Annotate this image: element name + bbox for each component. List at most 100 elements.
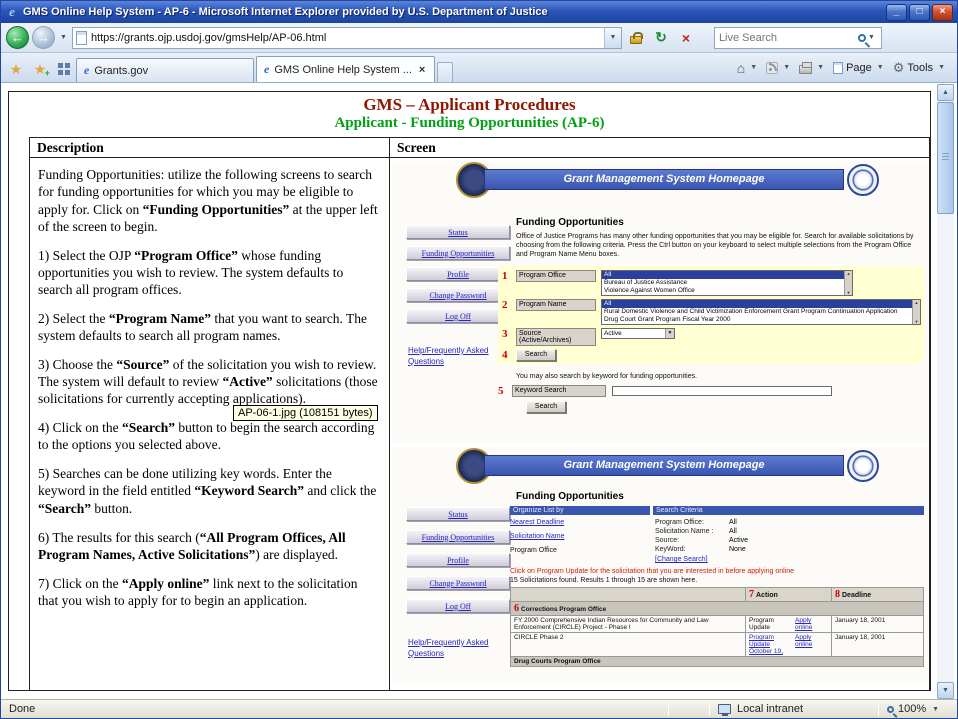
scroll-up-icon: ▲: [915, 300, 919, 305]
listbox-option: Rural Domestic Violence and Child Victim…: [602, 308, 920, 316]
page-subtitle: Applicant - Funding Opportunities (AP-6): [9, 115, 930, 132]
deadline-header: Deadline: [842, 592, 871, 599]
tools-dropdown-icon[interactable]: ▼: [936, 64, 947, 71]
tab-close-icon[interactable]: ×: [417, 64, 427, 76]
stop-button[interactable]: ×: [675, 26, 697, 50]
ojp-seal-icon: [847, 450, 879, 482]
search-dropdown-icon[interactable]: ▼: [866, 34, 877, 41]
status-bar: Done Local intranet 100% ▼: [1, 699, 957, 718]
program-update-text: Program Update: [749, 617, 790, 631]
tools-menu-button[interactable]: ⚙Tools▼: [890, 56, 950, 80]
description-cell: Funding Opportunities: utilize the follo…: [30, 158, 390, 692]
results-name-header: [511, 588, 746, 602]
search-criteria: Program Office:All Solicitation Name :Al…: [655, 519, 924, 563]
solicitation-row: CIRCLE Phase 2 Program Update October 19…: [511, 633, 924, 657]
text-segment-bold: “Active”: [222, 374, 272, 389]
add-favorite-button[interactable]: ★+: [28, 56, 52, 82]
forward-button[interactable]: →: [32, 26, 55, 49]
screenshot-help-faq-link: Help/Frequently Asked Questions: [406, 346, 510, 368]
refresh-button[interactable]: ↻: [650, 26, 672, 50]
keyword-search-input: [612, 386, 832, 396]
screenshot-log-off-button: Log Off: [406, 599, 510, 613]
feeds-button[interactable]: ▼: [763, 56, 795, 80]
description-paragraph: 6) The results for this search (“All Pro…: [38, 529, 379, 564]
history-dropdown-icon[interactable]: ▼: [58, 34, 69, 41]
criteria-label: KeyWord:: [655, 546, 729, 553]
ojp-seal-icon: [847, 164, 879, 196]
search-input[interactable]: [719, 32, 858, 44]
criteria-value: All: [729, 528, 737, 535]
zone-label: Local intranet: [737, 703, 803, 715]
program-office-row: 1 Program Office All Bureau of Justice A…: [502, 270, 921, 296]
home-dropdown-icon[interactable]: ▼: [748, 64, 759, 71]
tools-menu-label: Tools: [907, 62, 933, 74]
print-dropdown-icon[interactable]: ▼: [815, 64, 826, 71]
zoom-dropdown-icon[interactable]: ▼: [930, 706, 941, 713]
security-lock-button[interactable]: [625, 26, 647, 50]
annotation-3: 3: [502, 328, 516, 340]
deadline-header-cell: 8Deadline: [832, 588, 924, 602]
tab-gms-help-active[interactable]: e GMS Online Help System ... ×: [256, 56, 435, 82]
gms-banner: Grant Management System Homepage: [484, 455, 844, 476]
favorites-button[interactable]: ★: [4, 56, 28, 82]
feeds-dropdown-icon[interactable]: ▼: [781, 64, 792, 71]
quick-tabs-button[interactable]: [52, 56, 76, 82]
apply-online-link: Apply online: [795, 634, 828, 655]
address-bar[interactable]: ▼: [72, 27, 622, 49]
vertical-scrollbar[interactable]: ▲ ▼: [937, 84, 954, 699]
help-page: GMS – Applicant Procedures Applicant - F…: [8, 91, 931, 691]
close-button[interactable]: ×: [932, 4, 953, 21]
ie-logo-icon: e: [5, 4, 19, 20]
gms-banner: Grant Management System Homepage: [484, 169, 844, 190]
command-bar: ⌂▼ ▼ ▼ Page▼ ⚙Tools▼: [734, 53, 954, 82]
scroll-up-button[interactable]: ▲: [937, 84, 954, 101]
feed-icon: [766, 62, 778, 74]
scrollbar-thumb[interactable]: [937, 102, 954, 214]
print-button[interactable]: ▼: [796, 56, 829, 80]
lock-icon: [630, 36, 642, 44]
text-segment: button.: [91, 501, 132, 516]
gms-sidebar: Status Funding Opportunities Profile Cha…: [406, 225, 510, 368]
window-title: GMS Online Help System - AP-6 - Microsof…: [23, 6, 882, 18]
search-icon[interactable]: [858, 34, 866, 42]
criteria-value: Active: [729, 537, 748, 544]
description-paragraph: Funding Opportunities: utilize the follo…: [38, 166, 379, 235]
minimize-button[interactable]: _: [886, 4, 907, 21]
page-menu-button[interactable]: Page▼: [830, 56, 889, 80]
back-button[interactable]: ←: [6, 26, 29, 49]
program-name-row: 2 Program Name All Rural Domestic Violen…: [502, 299, 921, 325]
criteria-row: Solicitation Name :All: [655, 528, 924, 535]
tab-grants-gov[interactable]: e Grants.gov: [76, 58, 254, 82]
program-office-item: Program Office: [510, 547, 655, 554]
gms-search-form: 1 Program Office All Bureau of Justice A…: [498, 266, 924, 364]
gear-icon: ⚙: [893, 60, 905, 76]
help-table-body-row: Funding Opportunities: utilize the follo…: [30, 158, 930, 692]
solicitation-name: FY 2000 Comprehensive Indian Resources f…: [511, 616, 746, 633]
scroll-down-button[interactable]: ▼: [937, 682, 954, 699]
screenshot-status-button: Status: [406, 225, 510, 239]
zoom-control[interactable]: 100% ▼: [879, 700, 957, 718]
keyword-search-label: Keyword Search: [512, 385, 606, 397]
quick-tabs-icon: [58, 63, 63, 68]
screenshot-keyword-search-button: Search: [526, 401, 566, 413]
listbox-scrollbar: ▲▼: [912, 300, 920, 324]
gms-heading: Funding Opportunities: [516, 217, 924, 228]
home-button[interactable]: ⌂▼: [734, 56, 762, 80]
live-search-box[interactable]: ▼: [714, 27, 882, 49]
new-tab-stub[interactable]: [437, 62, 453, 82]
ie-page-icon: e: [264, 62, 269, 77]
description-column-header: Description: [30, 138, 390, 158]
keyword-search-button-row: Search: [512, 401, 924, 413]
address-dropdown-icon[interactable]: ▼: [604, 28, 621, 48]
program-office-label: Program Office: [516, 270, 596, 282]
page-dropdown-icon[interactable]: ▼: [875, 64, 886, 71]
organize-list-by-header: Organize List by: [510, 506, 650, 515]
source-label: Source (Active/Archives): [516, 328, 596, 346]
screenshot-change-password-button: Change Password: [406, 288, 510, 302]
text-segment-bold: “Program Name”: [109, 311, 211, 326]
gms-intro-text: Office of Justice Programs has many othe…: [516, 232, 920, 260]
window-controls: _ □ ×: [886, 4, 953, 21]
maximize-button[interactable]: □: [909, 4, 930, 21]
action-header-cell: 7Action: [746, 588, 832, 602]
address-input[interactable]: [91, 29, 600, 47]
